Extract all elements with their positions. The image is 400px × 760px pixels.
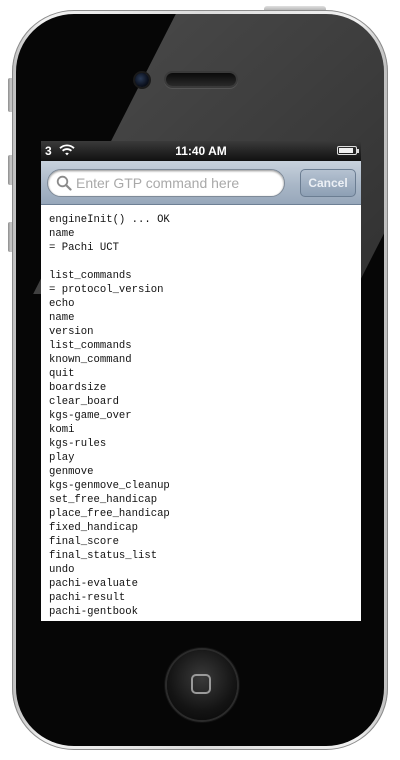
gtp-console-output: engineInit() ... OK name = Pachi UCT list_c… [49,213,357,618]
console-line: kgs-rules [49,438,107,450]
console-line: echo [49,298,75,310]
cancel-button[interactable]: Cancel [300,169,356,197]
screen: 3 11:40 AM Cancel engineInit() ... OKnam [41,141,361,621]
console-line: pachi-evaluate [49,578,139,590]
search-field[interactable] [47,169,285,197]
console-line: kgs-genmove_cleanup [49,480,170,492]
console-line: boardsize [49,382,107,394]
console-line: known_command [49,354,132,366]
console-line: set_free_handicap [49,494,158,506]
console-line: version [49,326,94,338]
console-line: komi [49,424,75,436]
gtp-command-bar: Cancel [41,161,361,205]
gtp-command-input[interactable] [76,173,276,193]
home-button-icon [191,674,211,694]
search-icon [56,175,72,196]
console-line: kgs-game_over [49,410,132,422]
console-line: play [49,452,75,464]
console-line: undo [49,564,75,576]
status-time: 11:40 AM [175,144,227,158]
console-line: genmove [49,466,94,478]
console-line: pachi-result [49,592,126,604]
console-line: name [49,312,75,324]
console-line: engineInit() ... OK [49,214,170,226]
console-line: list_commands [49,270,132,282]
home-button[interactable] [167,650,237,720]
camera-icon [135,73,149,87]
console-line: name [49,228,75,240]
console-line: final_score [49,536,119,548]
console-line: quit [49,368,75,380]
battery-level [339,148,353,153]
console-line: fixed_handicap [49,522,139,534]
console-line: = Pachi UCT [49,242,119,254]
status-bar: 3 11:40 AM [41,141,361,161]
earpiece-speaker-icon [166,73,236,86]
console-line: pachi-gentbook [49,606,139,618]
console-line: place_free_handicap [49,508,170,520]
battery-icon [337,146,359,155]
console-line: final_status_list [49,550,158,562]
console-line: list_commands [49,340,132,352]
console-line: = protocol_version [49,284,164,296]
console-line: clear_board [49,396,119,408]
